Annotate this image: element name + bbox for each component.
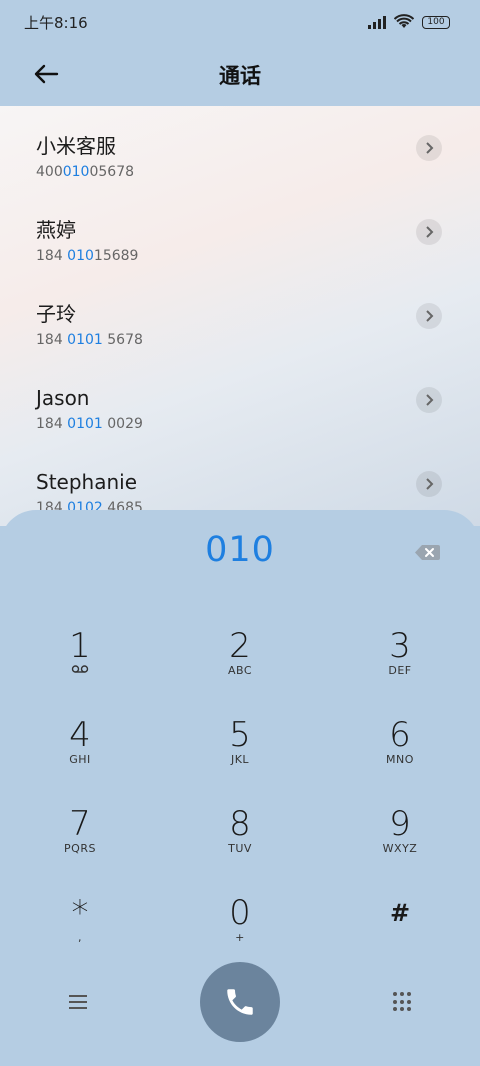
- contact-row[interactable]: 子玲 184 0101 5678: [0, 274, 480, 358]
- key-4[interactable]: 4 GHI: [0, 709, 160, 798]
- keypad: 1 2 ABC 3 DEF 4 GHI 5 JKL 6 MNO 7 PQRS 8…: [0, 620, 480, 976]
- contact-number: 40001005678: [36, 164, 135, 180]
- key-8[interactable]: 8 TUV: [160, 798, 320, 887]
- wifi-icon: [394, 14, 414, 28]
- dial-input[interactable]: 010: [0, 530, 480, 570]
- contact-detail-button[interactable]: [416, 471, 442, 497]
- contact-name: 燕婷: [36, 218, 76, 242]
- contact-detail-button[interactable]: [416, 303, 442, 329]
- contact-name: Stephanie: [36, 470, 138, 494]
- key-9[interactable]: 9 WXYZ: [320, 798, 480, 887]
- page-title: 通话: [219, 64, 261, 88]
- contact-name: 子玲: [36, 302, 76, 326]
- key-7[interactable]: 7 PQRS: [0, 798, 160, 887]
- key-5[interactable]: 5 JKL: [160, 709, 320, 798]
- phone-icon: [227, 989, 253, 1015]
- status-time: 上午8:16: [24, 13, 88, 32]
- contact-number: 184 0101 5678: [36, 332, 143, 348]
- chevron-right-icon: [426, 394, 434, 406]
- contact-detail-button[interactable]: [416, 135, 442, 161]
- backspace-icon[interactable]: [414, 544, 440, 561]
- battery-icon: 100: [422, 15, 450, 29]
- contact-row[interactable]: 燕婷 184 01015689: [0, 190, 480, 274]
- key-2[interactable]: 2 ABC: [160, 620, 320, 709]
- back-button[interactable]: [30, 58, 62, 90]
- contact-number: 184 01015689: [36, 248, 139, 264]
- status-bar: 上午8:16 100: [0, 0, 480, 44]
- chevron-right-icon: [426, 478, 434, 490]
- status-icons: 100: [368, 14, 450, 30]
- contact-detail-button[interactable]: [416, 219, 442, 245]
- contact-detail-button[interactable]: [416, 387, 442, 413]
- contact-name: Jason: [36, 386, 90, 410]
- dialer-actions: [0, 962, 480, 1042]
- chevron-right-icon: [426, 310, 434, 322]
- keypad-icon[interactable]: [392, 992, 412, 1012]
- contact-name: 小米客服: [36, 134, 116, 158]
- contact-row[interactable]: 小米客服 40001005678: [0, 106, 480, 190]
- voicemail-icon: [71, 664, 89, 678]
- dialer-panel: 010 1 2 ABC 3 DEF 4 GHI 5 JKL 6 MNO 7 PQ…: [0, 510, 480, 1066]
- arrow-left-icon: [34, 64, 59, 84]
- call-button[interactable]: [200, 962, 280, 1042]
- chevron-right-icon: [426, 142, 434, 154]
- contact-row[interactable]: Jason 184 0101 0029: [0, 358, 480, 442]
- header: 通话: [0, 44, 480, 106]
- signal-icon: [368, 15, 386, 29]
- key-1[interactable]: 1: [0, 620, 160, 709]
- menu-icon[interactable]: [66, 990, 90, 1014]
- contact-number: 184 0101 0029: [36, 416, 143, 432]
- key-3[interactable]: 3 DEF: [320, 620, 480, 709]
- chevron-right-icon: [426, 226, 434, 238]
- contact-list: 小米客服 40001005678 燕婷 184 01015689 子玲 184 …: [0, 106, 480, 526]
- key-6[interactable]: 6 MNO: [320, 709, 480, 798]
